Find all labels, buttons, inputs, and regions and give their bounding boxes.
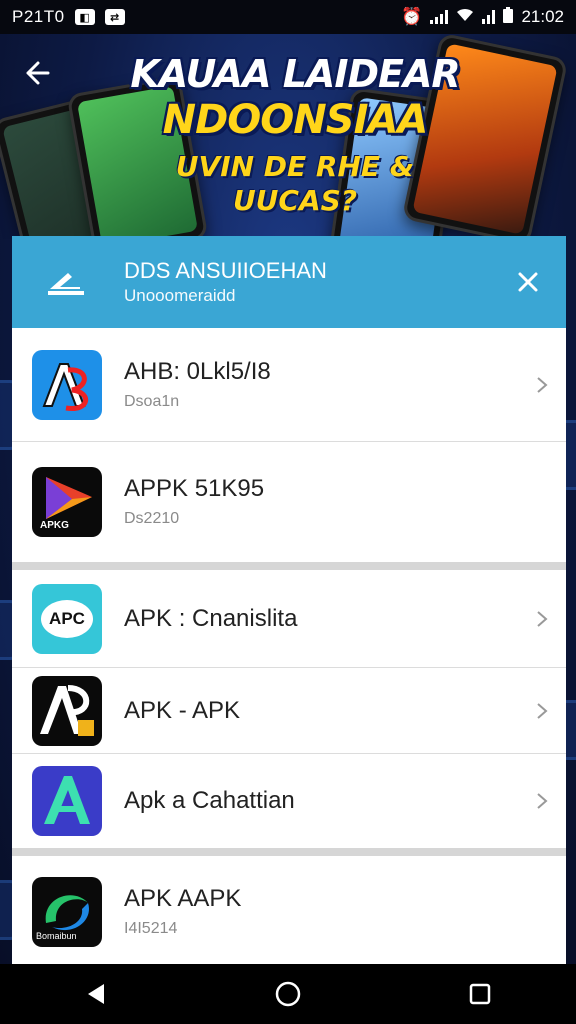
a-logo-icon [32,766,102,836]
ap-logo-icon [32,675,102,746]
nav-back-button[interactable] [66,969,126,1019]
list-item[interactable]: Bomaibun APK AAPK I4I5214 [12,856,566,968]
back-arrow-icon [26,61,50,85]
list-item[interactable]: AHB: 0Lkl5/I8 Dsoa1n [12,328,566,442]
ab-logo-icon [32,349,102,420]
home-circle-icon [275,981,301,1007]
download-icon [46,269,106,295]
recents-square-icon [469,983,491,1005]
item-title: AHB: 0Lkl5/I8 [124,357,271,385]
dialog-title: DDS ANSUIIOEHAN [124,258,327,283]
navigation-bar [0,964,576,1024]
status-time: 21:02 [521,7,564,26]
app-list: AHB: 0Lkl5/I8 Dsoa1n APKG APPK 51K95 Ds2… [12,328,566,968]
item-subtitle: Dsoa1n [124,392,180,410]
hero-tagline: UVIN DE RHE & UUCAS? [175,150,415,217]
battery-icon [503,6,514,28]
apc-logo-icon: APC [32,583,102,654]
swirl-logo-icon: Bomaibun [32,877,102,947]
hero-banner: KAUAA LAIDEAR NDOONSIAA UVIN DE RHE & UU… [0,34,576,239]
hero-subtitle: NDOONSIAA [162,97,429,143]
signal-icon [430,10,449,24]
close-icon [518,272,538,292]
icon-label: APKG [40,520,69,531]
dialog-subtitle: Unooomeraidd [124,286,236,305]
wifi-icon [456,7,474,27]
close-button[interactable] [510,264,546,300]
status-time-left: P21T0 [12,7,65,26]
play-triangle-icon: APKG [32,467,102,537]
notification-icon: ◧ [74,9,95,25]
dialog-header: DDS ANSUIIOEHAN Unooomeraidd [12,236,566,328]
list-item[interactable]: APC APK : Cnanislita [12,570,566,668]
nav-recents-button[interactable] [450,969,510,1019]
back-triangle-icon [88,984,104,1004]
icon-label: Bomaibun [36,931,77,941]
item-title: APK : Cnanislita [124,604,298,632]
list-item[interactable]: APK - APK [12,668,566,754]
notification-icon-2: ⇄ [104,9,125,25]
item-subtitle: Ds2210 [124,510,180,527]
hero-title: KAUAA LAIDEAR [130,52,460,96]
item-title: APPK 51K95 [124,475,265,502]
chevron-right-icon [537,793,548,809]
chevron-right-icon [537,376,548,393]
item-title: APK AAPK [124,885,242,912]
item-title: APK - APK [124,696,241,724]
app-screen: P21T0 ◧ ⇄ ⏰ 21:02 KAUAA LAIDEAR NDOONSIA… [0,0,576,1024]
item-subtitle: I4I5214 [124,920,178,937]
list-item[interactable]: APKG APPK 51K95 Ds2210 [12,442,566,570]
chevron-right-icon [537,702,548,719]
back-button[interactable] [20,56,54,90]
alarm-icon: ⏰ [401,7,423,26]
icon-label: APC [41,599,93,638]
list-item[interactable]: Apk a Cahattian [12,754,566,856]
hero-text: KAUAA LAIDEAR NDOONSIAA UVIN DE RHE & UU… [110,52,480,218]
item-title: Apk a Cahattian [124,787,295,814]
status-bar: P21T0 ◧ ⇄ ⏰ 21:02 [0,0,576,34]
nav-home-button[interactable] [258,969,318,1019]
chevron-right-icon [537,610,548,627]
signal-icon-2 [482,10,496,24]
